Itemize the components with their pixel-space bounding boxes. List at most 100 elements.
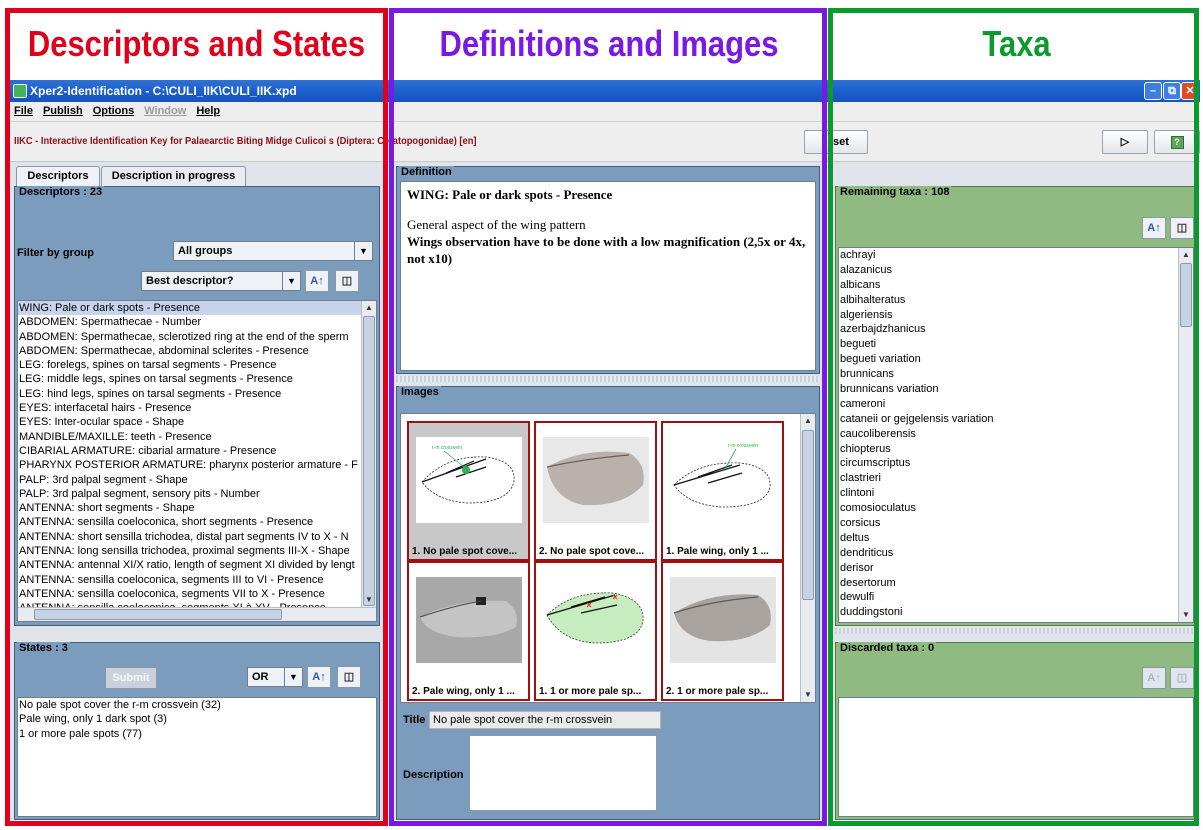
scroll-thumb[interactable] — [1180, 263, 1192, 327]
list-item[interactable]: ANTENNA: short segments - Shape — [18, 501, 376, 515]
splitter-handle[interactable] — [835, 628, 1197, 634]
descriptor-vscrollbar[interactable]: ▲ ▼ — [361, 301, 376, 607]
sort-az-icon[interactable]: A↑ — [1142, 217, 1166, 239]
image-thumb[interactable]: 2. No pale spot cove... — [534, 421, 657, 561]
scroll-down-icon[interactable]: ▼ — [362, 593, 376, 607]
list-item[interactable]: azerbajdzhanicus — [839, 322, 1193, 337]
list-item[interactable]: clintoni — [839, 486, 1193, 501]
list-item[interactable]: derisor — [839, 561, 1193, 576]
restore-icon[interactable]: ⧉ — [1163, 82, 1181, 100]
menu-window[interactable]: Window — [140, 102, 192, 117]
list-item[interactable]: ANTENNA: sensilla coeloconica, segments … — [18, 573, 376, 587]
operator-select[interactable]: OR ▼ — [247, 667, 303, 687]
list-item[interactable]: ANTENNA: long sensilla trichodea, proxim… — [18, 544, 376, 558]
list-item[interactable]: ANTENNA: antennal XI/X ratio, length of … — [18, 558, 376, 572]
list-item[interactable]: ANTENNA: sensilla coeloconica, short seg… — [18, 515, 376, 529]
list-item[interactable]: circumscriptus — [839, 456, 1193, 471]
list-item[interactable]: ABDOMEN: Spermathecae, abdominal sclerit… — [18, 344, 376, 358]
list-item[interactable]: cataneii or gejgelensis variation — [839, 412, 1193, 427]
menu-publish[interactable]: Publish — [39, 102, 89, 117]
scroll-thumb[interactable] — [363, 316, 375, 606]
list-item[interactable]: deltus — [839, 531, 1193, 546]
hscroll-thumb[interactable] — [34, 609, 282, 620]
image-title-field[interactable]: No pale spot cover the r-m crossvein — [429, 711, 661, 729]
expand-list-icon[interactable]: ◫ — [337, 666, 361, 688]
list-item[interactable]: CIBARIAL ARMATURE: cibarial armature - P… — [18, 444, 376, 458]
close-icon[interactable]: ✕ — [1181, 82, 1199, 100]
list-item[interactable]: clastrieri — [839, 471, 1193, 486]
group-filter-select[interactable]: All groups ▼ — [173, 241, 373, 261]
expand-list-icon[interactable]: ◫ — [335, 270, 359, 292]
list-item[interactable]: chiopterus — [839, 442, 1193, 457]
list-item[interactable]: achrayi — [839, 248, 1193, 263]
help-button[interactable]: ? — [1154, 130, 1200, 154]
taxa-vscrollbar[interactable]: ▲ ▼ — [1178, 248, 1193, 622]
image-thumb[interactable]: r-m crossvein 1. Pale wing, only 1 ... — [661, 421, 784, 561]
list-item[interactable]: Pale wing, only 1 dark spot (3) — [18, 712, 376, 726]
minimize-icon[interactable]: – — [1144, 82, 1162, 100]
scroll-up-icon[interactable]: ▲ — [362, 301, 376, 315]
list-item[interactable]: brunnicans — [839, 367, 1193, 382]
list-item[interactable]: begueti — [839, 337, 1193, 352]
scroll-thumb[interactable] — [802, 430, 814, 600]
sort-select[interactable]: Best descriptor? ▼ — [141, 271, 301, 291]
list-item[interactable]: ABDOMEN: Spermathecae, sclerotized ring … — [18, 330, 376, 344]
sort-az-icon[interactable]: A↑ — [305, 270, 329, 292]
splitter-handle[interactable] — [396, 376, 820, 382]
list-item[interactable]: LEG: hind legs, spines on tarsal segment… — [18, 387, 376, 401]
list-item[interactable]: LEG: middle legs, spines on tarsal segme… — [18, 372, 376, 386]
list-item[interactable]: EYES: Inter-ocular space - Shape — [18, 415, 376, 429]
list-item[interactable]: PALP: 3rd palpal segment, sensory pits -… — [18, 487, 376, 501]
list-item[interactable]: ANTENNA: short sensilla trichodea, dista… — [18, 530, 376, 544]
list-item[interactable]: WING: Pale or dark spots - Presence — [18, 301, 376, 316]
list-item[interactable]: MANDIBLE/MAXILLE: teeth - Presence — [18, 430, 376, 444]
list-item[interactable]: ABDOMEN: Spermathecae - Number — [18, 315, 376, 329]
image-thumb[interactable]: 2. 1 or more pale sp... — [661, 561, 784, 701]
list-item[interactable]: brunnicans variation — [839, 382, 1193, 397]
list-item[interactable]: desertorum — [839, 576, 1193, 591]
export-button[interactable]: ▷ — [1102, 130, 1148, 154]
list-item[interactable]: No pale spot cover the r-m crossvein (32… — [18, 698, 376, 712]
tab-description-in-progress[interactable]: Description in progress — [101, 166, 246, 186]
image-thumb[interactable]: r-m crossvein 1. No pale spot cove... — [407, 421, 530, 561]
scroll-up-icon[interactable]: ▲ — [1179, 248, 1193, 262]
list-item[interactable]: EYES: interfacetal hairs - Presence — [18, 401, 376, 415]
list-item[interactable]: duddingstoni — [839, 605, 1193, 620]
remaining-taxa-list: achrayi alazanicus albicans albihalterat… — [838, 247, 1194, 623]
list-item[interactable]: cameroni — [839, 397, 1193, 412]
expand-list-icon[interactable]: ◫ — [1170, 667, 1194, 689]
list-item[interactable]: PHARYNX POSTERIOR ARMATURE: pharynx post… — [18, 458, 376, 472]
list-item[interactable]: dewulfi — [839, 590, 1193, 605]
menu-help[interactable]: Help — [192, 102, 226, 117]
scroll-down-icon[interactable]: ▼ — [1179, 608, 1193, 622]
image-grid-vscrollbar[interactable]: ▲ ▼ — [800, 414, 815, 702]
submit-button[interactable]: Submit — [105, 667, 157, 689]
list-item[interactable]: dendriticus — [839, 546, 1193, 561]
descriptor-hscrollbar[interactable] — [18, 607, 376, 621]
image-description-field[interactable] — [469, 735, 657, 811]
image-thumb[interactable]: 1. 1 or more pale sp... — [534, 561, 657, 701]
list-item[interactable]: begueti variation — [839, 352, 1193, 367]
expand-list-icon[interactable]: ◫ — [1170, 217, 1194, 239]
list-item[interactable]: PALP: 3rd palpal segment - Shape — [18, 473, 376, 487]
reset-button[interactable]: set — [804, 130, 868, 154]
list-item[interactable]: LEG: forelegs, spines on tarsal segments… — [18, 358, 376, 372]
list-item[interactable]: alazanicus — [839, 263, 1193, 278]
list-item[interactable]: caucoliberensis — [839, 427, 1193, 442]
sort-az-icon[interactable]: A↑ — [307, 666, 331, 688]
list-item[interactable]: albicans — [839, 278, 1193, 293]
list-item[interactable]: corsicus — [839, 516, 1193, 531]
list-item[interactable]: comosioculatus — [839, 501, 1193, 516]
image-thumb[interactable]: 2. Pale wing, only 1 ... — [407, 561, 530, 701]
list-item[interactable]: algeriensis — [839, 308, 1193, 323]
scroll-up-icon[interactable]: ▲ — [801, 414, 815, 428]
scroll-down-icon[interactable]: ▼ — [801, 688, 815, 702]
list-item[interactable]: albihalteratus — [839, 293, 1193, 308]
tab-descriptors[interactable]: Descriptors — [16, 166, 100, 186]
sort-az-icon[interactable]: A↑ — [1142, 667, 1166, 689]
list-item[interactable]: 1 or more pale spots (77) — [18, 727, 376, 741]
menu-file[interactable]: File — [10, 102, 39, 117]
list-item[interactable]: ANTENNA: sensilla coeloconica, segments … — [18, 587, 376, 601]
list-item[interactable]: dzhafarovi — [839, 620, 1193, 622]
menu-options[interactable]: Options — [89, 102, 141, 117]
